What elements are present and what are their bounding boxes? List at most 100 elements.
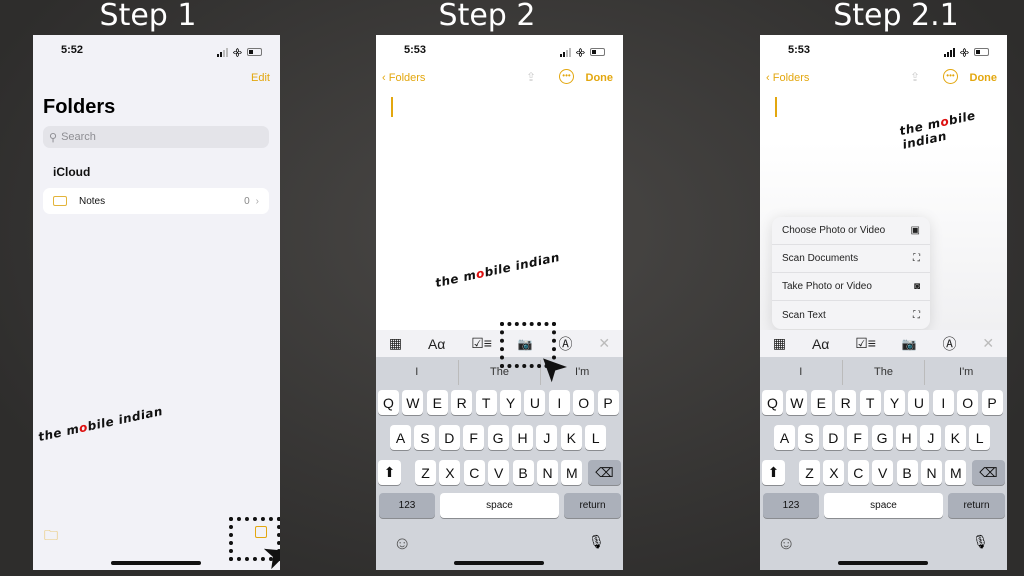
key-n[interactable]: N [537, 460, 558, 485]
key-g[interactable]: G [871, 425, 893, 450]
emoji-icon[interactable]: ☺ [777, 533, 795, 554]
phone-step-2-1: 5:53 ᯽ ‹ Folders ⇪ ••• Done the mobile i… [760, 35, 1007, 570]
menu-item-take-photo[interactable]: Take Photo or Video ◙ [772, 273, 930, 301]
key-q[interactable]: Q [378, 390, 399, 415]
format-text-icon[interactable]: Aα [812, 336, 829, 352]
key-e[interactable]: E [426, 390, 448, 415]
shift-key[interactable]: ⬆ [378, 460, 401, 485]
step-2-title: Step 2 [438, 0, 536, 33]
key-l[interactable]: L [585, 425, 607, 450]
close-icon[interactable]: ✕ [982, 335, 994, 352]
microphone-icon[interactable]: 🎙 [972, 534, 989, 550]
key-r[interactable]: R [835, 390, 857, 415]
microphone-icon[interactable]: 🎙 [588, 534, 605, 550]
key-t[interactable]: T [475, 390, 497, 415]
numbers-key[interactable]: 123 [763, 493, 819, 518]
key-c[interactable]: C [463, 460, 485, 485]
home-indicator [454, 561, 544, 565]
key-d[interactable]: D [822, 425, 844, 450]
key-t[interactable]: T [859, 390, 881, 415]
key-x[interactable]: X [439, 460, 461, 485]
key-f[interactable]: F [463, 425, 485, 450]
key-k[interactable]: K [560, 425, 582, 450]
key-h[interactable]: H [896, 425, 917, 450]
key-o[interactable]: O [957, 390, 979, 415]
space-key[interactable]: space [440, 493, 559, 518]
key-v[interactable]: V [488, 460, 510, 485]
key-u[interactable]: U [908, 390, 930, 415]
camera-icon[interactable]: 📷 [902, 337, 917, 351]
key-w[interactable]: W [786, 390, 808, 415]
markup-icon[interactable]: Ⓐ [943, 334, 957, 354]
new-folder-icon[interactable]: 🗀 [44, 525, 58, 549]
done-button[interactable]: Done [970, 72, 998, 84]
key-r[interactable]: R [451, 390, 473, 415]
key-s[interactable]: S [798, 425, 820, 450]
key-i[interactable]: I [932, 390, 954, 415]
key-c[interactable]: C [847, 460, 869, 485]
delete-key[interactable]: ⌫ [588, 460, 621, 485]
emoji-icon[interactable]: ☺ [393, 533, 411, 554]
share-icon[interactable]: ⇪ [910, 70, 920, 84]
key-d[interactable]: D [438, 425, 460, 450]
format-text-icon[interactable]: Aα [428, 336, 445, 352]
prediction-suggestion[interactable]: I [760, 360, 843, 385]
key-n[interactable]: N [921, 460, 942, 485]
key-a[interactable]: A [774, 425, 795, 450]
folder-row-notes[interactable]: Notes 0 › [43, 188, 269, 214]
key-b[interactable]: B [896, 460, 918, 485]
key-m[interactable]: M [561, 460, 583, 485]
key-s[interactable]: S [414, 425, 436, 450]
prediction-suggestion[interactable]: The [843, 360, 926, 385]
scan-document-icon: ⛶ [913, 253, 920, 264]
key-j[interactable]: J [536, 425, 558, 450]
chevron-right-icon: › [255, 195, 259, 207]
key-h[interactable]: H [512, 425, 533, 450]
key-b[interactable]: B [512, 460, 534, 485]
key-k[interactable]: K [944, 425, 966, 450]
key-l[interactable]: L [969, 425, 991, 450]
close-icon[interactable]: ✕ [598, 335, 610, 352]
key-v[interactable]: V [872, 460, 894, 485]
key-j[interactable]: J [920, 425, 942, 450]
numbers-key[interactable]: 123 [379, 493, 435, 518]
shift-key[interactable]: ⬆ [762, 460, 785, 485]
prediction-suggestion[interactable]: I [376, 360, 459, 385]
checklist-icon[interactable]: ☑≡ [471, 335, 492, 352]
key-g[interactable]: G [487, 425, 509, 450]
menu-item-scan-documents[interactable]: Scan Documents ⛶ [772, 245, 930, 273]
return-key[interactable]: return [948, 493, 1005, 518]
menu-item-scan-text[interactable]: Scan Text ⛶ [772, 301, 930, 329]
table-icon[interactable]: ▦ [389, 335, 402, 352]
key-p[interactable]: P [597, 390, 619, 415]
table-icon[interactable]: ▦ [773, 335, 786, 352]
checklist-icon[interactable]: ☑≡ [855, 335, 876, 352]
delete-key[interactable]: ⌫ [972, 460, 1005, 485]
key-e[interactable]: E [810, 390, 832, 415]
key-f[interactable]: F [847, 425, 869, 450]
key-q[interactable]: Q [762, 390, 783, 415]
return-key[interactable]: return [564, 493, 621, 518]
menu-item-choose-photo[interactable]: Choose Photo or Video ▣ [772, 217, 930, 245]
key-a[interactable]: A [390, 425, 411, 450]
key-z[interactable]: Z [799, 460, 820, 485]
key-y[interactable]: Y [884, 390, 905, 415]
menu-item-label: Scan Text [782, 309, 826, 321]
note-body[interactable] [376, 35, 623, 330]
key-w[interactable]: W [402, 390, 424, 415]
key-o[interactable]: O [573, 390, 595, 415]
battery-icon [974, 48, 989, 56]
key-z[interactable]: Z [415, 460, 436, 485]
prediction-suggestion[interactable]: I'm [925, 360, 1007, 385]
space-key[interactable]: space [824, 493, 943, 518]
more-icon[interactable]: ••• [943, 69, 958, 84]
key-y[interactable]: Y [500, 390, 521, 415]
key-i[interactable]: I [548, 390, 570, 415]
key-m[interactable]: M [945, 460, 967, 485]
key-u[interactable]: U [524, 390, 546, 415]
key-p[interactable]: P [981, 390, 1003, 415]
key-x[interactable]: X [823, 460, 845, 485]
search-input[interactable]: ⚲ Search [43, 126, 269, 148]
back-button[interactable]: ‹ Folders [766, 72, 809, 84]
edit-button[interactable]: Edit [251, 72, 270, 84]
